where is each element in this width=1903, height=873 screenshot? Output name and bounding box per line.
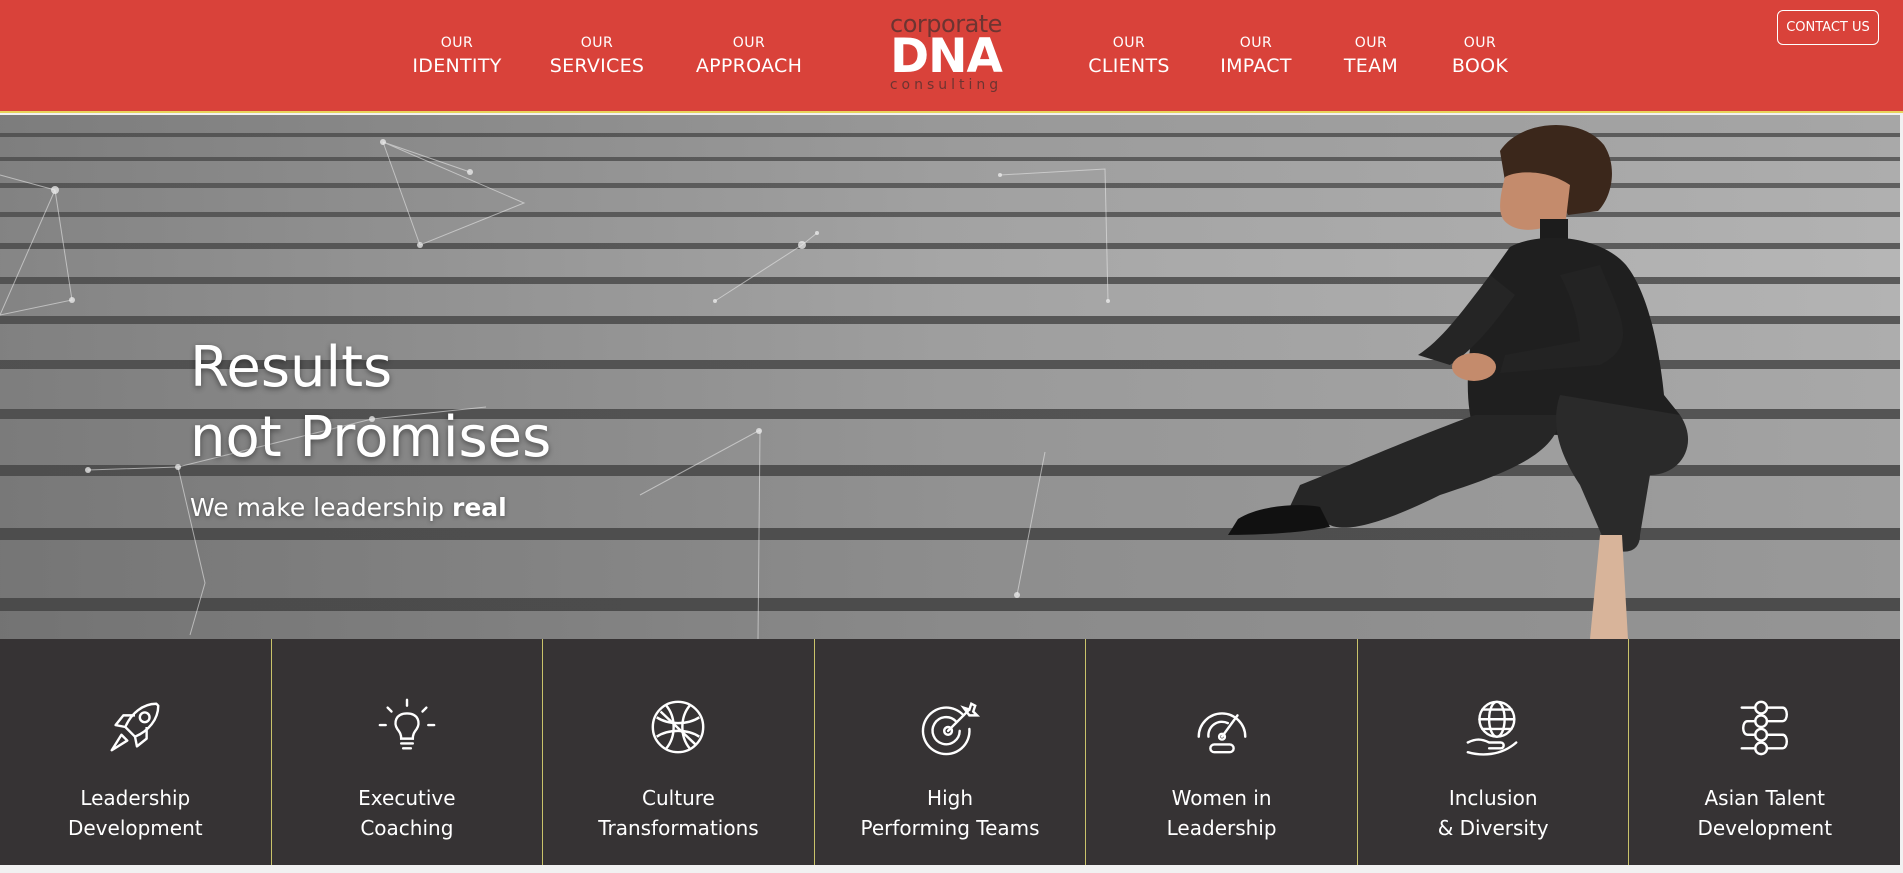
hero-subtitle-bold: real: [451, 493, 507, 522]
nav-our-approach[interactable]: OUR APPROACH: [684, 34, 814, 80]
service-label: High Performing Teams: [860, 783, 1039, 843]
service-culture-transformations[interactable]: Culture Transformations: [543, 639, 815, 865]
service-label: Women in Leadership: [1167, 783, 1277, 843]
service-high-performing-teams[interactable]: High Performing Teams: [815, 639, 1087, 865]
service-label-line-2: Performing Teams: [860, 816, 1040, 840]
nav-label: SERVICES: [549, 55, 645, 77]
services-strip: Leadership Development Executive Coachin…: [0, 639, 1900, 865]
rocket-icon: [103, 695, 167, 759]
nav-label-small: OUR: [440, 35, 474, 51]
service-label-line-1: Culture: [642, 786, 715, 810]
hero-title-line-1: Results: [190, 335, 393, 400]
service-label-line-2: Transformations: [598, 816, 759, 840]
service-inclusion-diversity[interactable]: Inclusion & Diversity: [1358, 639, 1630, 865]
service-label-line-2: Development: [1697, 816, 1833, 840]
service-label: Executive Coaching: [358, 783, 455, 843]
nav-label-small: OUR: [1112, 35, 1146, 51]
hero-headline: Results not Promises: [190, 333, 551, 473]
nav-label: IDENTITY: [412, 55, 502, 77]
nav-label: IMPACT: [1220, 55, 1292, 77]
service-executive-coaching[interactable]: Executive Coaching: [272, 639, 544, 865]
nav-our-services[interactable]: OUR SERVICES: [532, 34, 662, 80]
corporate-dna-logo[interactable]: corporate DNA consulting: [879, 12, 1013, 98]
service-label-line-1: Executive: [358, 786, 456, 810]
nav-label: BOOK: [1451, 55, 1509, 77]
hero-subtitle-text: We make leadership: [190, 493, 452, 522]
nav-our-identity[interactable]: OUR IDENTITY: [392, 34, 522, 80]
nav-our-clients[interactable]: OUR CLIENTS: [1064, 34, 1194, 80]
hand-globe-icon: [1461, 695, 1525, 759]
site-header: OUR IDENTITY OUR SERVICES OUR APPROACH c…: [0, 0, 1903, 113]
nav-label-small: OUR: [732, 35, 766, 51]
service-label: Culture Transformations: [598, 783, 758, 843]
logo-line-2: DNA: [890, 29, 1003, 84]
hero-banner: Results not Promises We make leadership …: [0, 115, 1900, 639]
service-label-line-2: Coaching: [360, 816, 454, 840]
service-label-line-2: Leadership: [1166, 816, 1277, 840]
service-label-line-2: & Diversity: [1437, 816, 1549, 840]
nav-label-small: OUR: [1463, 35, 1497, 51]
service-asian-talent-development[interactable]: Asian Talent Development: [1629, 639, 1900, 865]
globe-icon: [646, 695, 710, 759]
nav-label-small: OUR: [1239, 35, 1273, 51]
hero-subtitle: We make leadership real: [190, 493, 507, 522]
nav-our-impact[interactable]: OUR IMPACT: [1191, 34, 1321, 80]
gauge-icon: [1190, 695, 1254, 759]
nav-label: APPROACH: [695, 55, 803, 77]
nav-our-book[interactable]: OUR BOOK: [1415, 34, 1545, 80]
service-label: Asian Talent Development: [1697, 783, 1832, 843]
service-women-in-leadership[interactable]: Women in Leadership: [1086, 639, 1358, 865]
service-label-line-2: Development: [67, 816, 203, 840]
nav-label-small: OUR: [580, 35, 614, 51]
service-label-line-1: Inclusion: [1448, 786, 1538, 810]
hero-title-line-2: not Promises: [190, 405, 552, 470]
sliders-icon: [1733, 695, 1797, 759]
lightbulb-icon: [375, 695, 439, 759]
service-label-line-1: High: [927, 786, 973, 810]
service-label: Inclusion & Diversity: [1438, 783, 1549, 843]
logo-line-3: consulting: [889, 77, 1003, 93]
contact-us-button[interactable]: CONTACT US: [1777, 10, 1879, 45]
nav-label: CLIENTS: [1088, 55, 1170, 77]
service-label-line-1: Leadership: [80, 786, 191, 810]
service-leadership-development[interactable]: Leadership Development: [0, 639, 272, 865]
service-label-line-1: Women in: [1171, 786, 1272, 810]
target-icon: [918, 695, 982, 759]
service-label-line-1: Asian Talent: [1704, 786, 1826, 810]
service-label: Leadership Development: [68, 783, 203, 843]
